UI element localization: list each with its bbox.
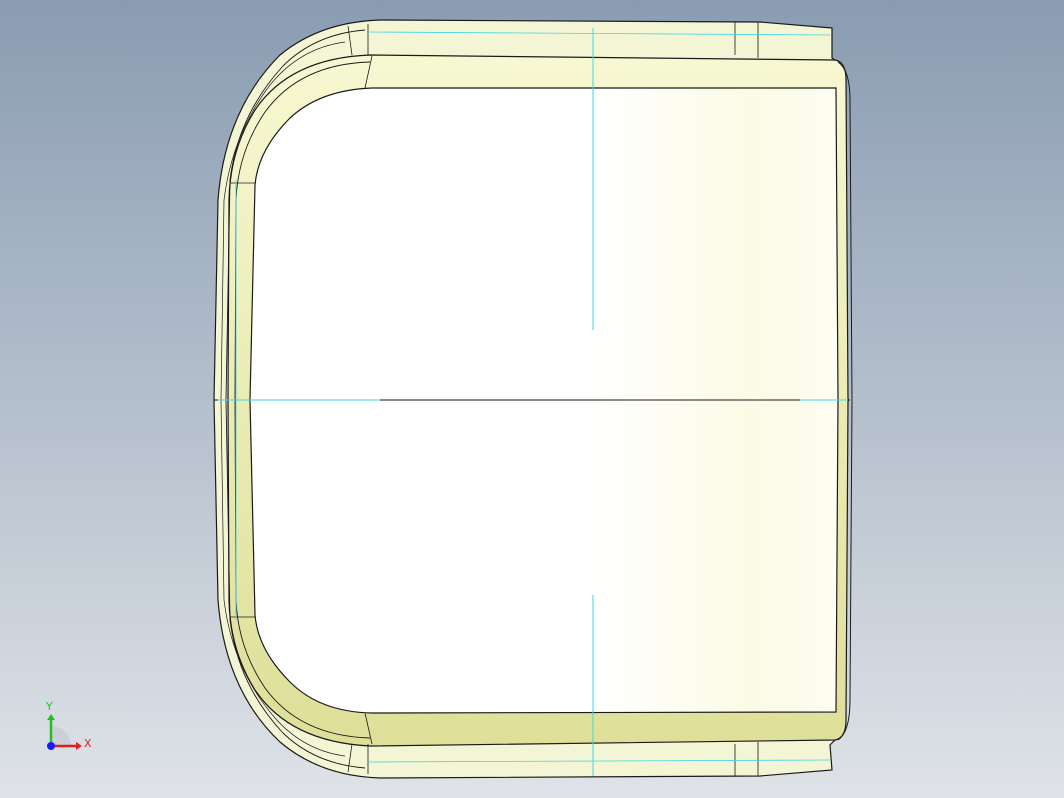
triad-x-label: X — [84, 737, 92, 750]
3d-viewport[interactable]: X Y — [0, 0, 1064, 798]
triad-y-label: Y — [46, 700, 53, 713]
triad-y-arrow — [47, 714, 55, 720]
coordinate-triad — [47, 714, 82, 750]
model-view[interactable] — [0, 0, 1064, 798]
triad-quarter-disc — [51, 726, 71, 746]
triad-z-dot — [47, 742, 55, 750]
triad-x-arrow — [76, 742, 82, 750]
